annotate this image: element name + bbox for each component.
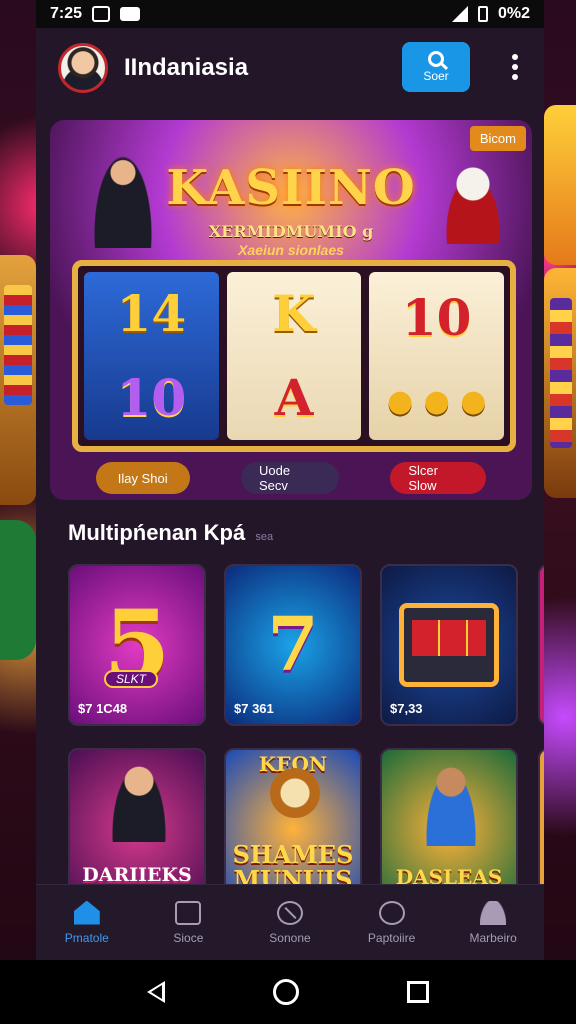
home-icon xyxy=(73,900,100,925)
app-window: IIndaniasia Soer Bicom KASIINO XERMIDMUM… xyxy=(36,28,544,960)
signal-icon xyxy=(451,6,468,22)
slot-show-button[interactable]: Slcer Slow xyxy=(390,462,487,494)
game-price: $7,33 xyxy=(390,701,423,716)
reel-3: 10 ● ● ● xyxy=(369,272,505,440)
chat-icon xyxy=(378,900,405,925)
background-neon-sign-right xyxy=(544,105,576,265)
status-time: 7:25 xyxy=(50,5,83,22)
search-icon xyxy=(428,51,444,67)
reel-1-bottom-symbol: 10 xyxy=(116,368,187,427)
section-title-text: Multipńenan Kpá xyxy=(68,520,246,545)
game-card[interactable]: 7 $7 361 xyxy=(224,564,362,726)
nav-item-profile[interactable]: Marbeiro xyxy=(442,885,544,960)
reel-2-top-symbol: K xyxy=(272,284,316,343)
app-header: IIndaniasia Soer xyxy=(36,28,544,108)
game-price: $7 1C48 xyxy=(78,701,128,716)
game-card[interactable]: 5 SLKT $7 1C48 xyxy=(68,564,206,726)
mode-button[interactable]: Uode Secv xyxy=(240,462,339,494)
battery-icon xyxy=(477,6,488,22)
slot-machine-icon xyxy=(399,603,499,687)
hero-subtitle-secondary: Xaeiun sionlaes xyxy=(238,242,344,258)
hero-actions: Ilay Shoi Uode Secv Slcer Slow xyxy=(50,462,532,494)
system-navigation-bar xyxy=(0,960,576,1024)
notification-icon xyxy=(92,6,111,22)
nav-item-sports[interactable]: Sonone xyxy=(239,885,341,960)
reel-3-top-symbol: 10 xyxy=(401,287,472,347)
coins-icon: ● ● ● xyxy=(386,384,487,420)
hero-title: KASIINO xyxy=(166,160,416,216)
game-art-text: 7 xyxy=(267,602,319,688)
nav-item-label: Sioce xyxy=(173,930,204,945)
nav-item-chat[interactable]: Paptoiire xyxy=(341,885,443,960)
nav-item-label: Marbeiro xyxy=(469,930,517,945)
game-card[interactable]: $7,33 xyxy=(380,564,518,726)
recent-apps-icon[interactable] xyxy=(407,981,429,1003)
profile-icon xyxy=(480,900,507,925)
section-tag[interactable]: sea xyxy=(255,531,273,543)
avatar[interactable] xyxy=(58,43,108,93)
app-title: IIndaniasia xyxy=(124,54,249,81)
status-bar: 7:25 0%2 xyxy=(36,0,544,28)
nav-item-live[interactable]: Sioce xyxy=(138,885,240,960)
nav-item-home[interactable]: Pmatole xyxy=(36,885,138,960)
search-button[interactable]: Soer xyxy=(402,42,470,92)
nav-item-label: Paptoiire xyxy=(367,930,416,945)
play-button[interactable]: Ilay Shoi xyxy=(95,462,190,494)
cast-icon xyxy=(175,900,202,925)
nav-item-label: Sonone xyxy=(269,930,311,945)
hero-badge[interactable]: Bicom xyxy=(469,126,526,151)
bottom-navigation: Pmatole Sioce Sonone Paptoiire Marbeiro xyxy=(36,884,544,960)
reel-1-top-symbol: 14 xyxy=(116,284,187,343)
game-price: $7 361 xyxy=(234,701,274,716)
game-card-partial[interactable] xyxy=(538,564,544,726)
more-options-icon[interactable] xyxy=(512,54,518,80)
background-slot-machine-left xyxy=(0,255,36,505)
reel-2-bottom-symbol: A xyxy=(274,368,314,427)
section-title: Multipńenan Kpá sea xyxy=(68,520,273,546)
slot-reels: 14 10 K A 10 ● ● ● xyxy=(72,260,516,452)
game-art-text: DARIIEKS xyxy=(82,864,192,887)
hero-banner[interactable]: Bicom KASIINO XERMIDMUMIO g Xaeiun sionl… xyxy=(50,120,532,500)
nav-item-label: Pmatole xyxy=(64,930,109,945)
game-tag: SLKT xyxy=(104,670,159,688)
ball-icon xyxy=(276,900,303,925)
hero-subtitle: XERMIDMUMIO g xyxy=(208,222,374,241)
home-button-icon[interactable] xyxy=(273,979,299,1005)
background-slot-machine-right xyxy=(544,268,576,498)
reel-2: K A xyxy=(226,272,362,440)
background-table-left xyxy=(0,520,36,660)
search-button-label: Soer xyxy=(423,69,449,83)
message-icon xyxy=(120,7,141,21)
back-icon[interactable] xyxy=(147,981,165,1003)
status-battery-text: 0%2 xyxy=(497,5,530,22)
reel-1: 14 10 xyxy=(84,272,219,440)
